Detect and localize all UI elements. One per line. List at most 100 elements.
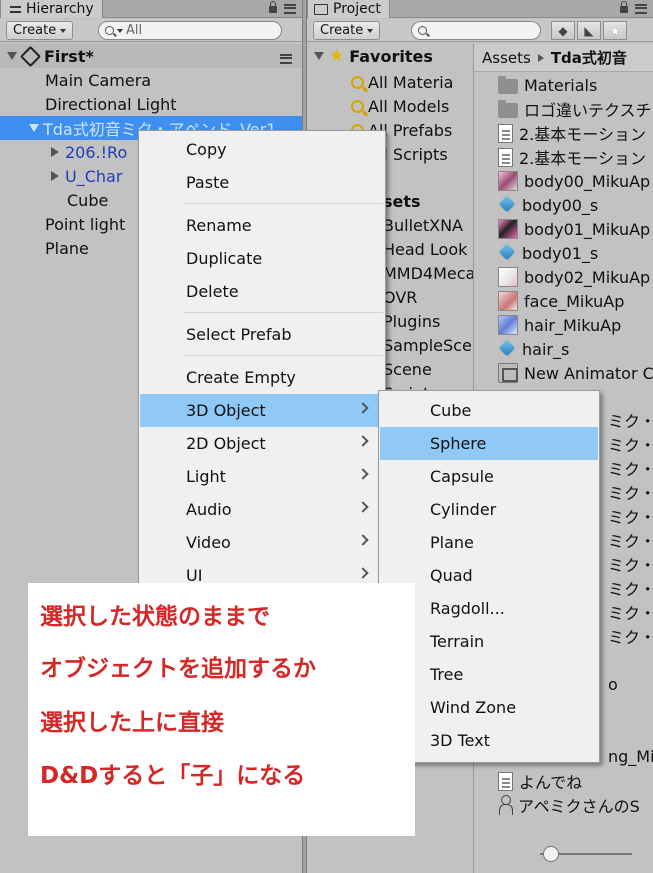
asset-item[interactable]: body02_MikuAp [498, 265, 650, 289]
folder-label: Scene [383, 359, 432, 379]
menu-item-copy[interactable]: Copy [140, 133, 384, 166]
menu-item-create-empty[interactable]: Create Empty [140, 361, 384, 394]
lock-icon[interactable] [619, 1, 629, 13]
asset-item-partial[interactable]: ミク・ [608, 408, 653, 432]
menu-item-light[interactable]: Light [140, 460, 384, 493]
favorites-item-label: All Materia [368, 72, 454, 92]
asset-item[interactable]: ロゴ違いテクスチ [498, 97, 652, 121]
expand-arrow-icon[interactable] [29, 124, 39, 132]
folder-item[interactable]: Plugins [383, 309, 440, 333]
asset-item[interactable]: Materials [498, 73, 597, 97]
search-by-type-button[interactable]: ◆ [551, 21, 575, 40]
breadcrumb-current[interactable]: Tda式初音 [551, 47, 627, 68]
folder-item[interactable]: OVR [383, 285, 417, 309]
asset-item[interactable]: face_MikuAp [498, 289, 624, 313]
hierarchy-item-main-camera[interactable]: Main Camera [0, 68, 302, 92]
menu-separator [183, 355, 383, 356]
project-create-button[interactable]: Create [313, 21, 381, 40]
submenu-item-capsule[interactable]: Capsule [380, 460, 598, 493]
hierarchy-create-button[interactable]: Create [6, 21, 74, 40]
menu-item-select-prefab[interactable]: Select Prefab [140, 318, 384, 351]
favorites-header[interactable]: ★ Favorites [307, 44, 471, 68]
hierarchy-tab[interactable]: Hierarchy [0, 0, 103, 18]
annotation-line: 選択した状態のままで [40, 604, 270, 630]
menu-item-label: 3D Text [430, 731, 490, 750]
favorites-item[interactable]: All Materia [351, 70, 453, 94]
folder-item[interactable]: Scene [383, 357, 432, 381]
panel-menu-icon[interactable] [284, 3, 296, 14]
asset-item-partial[interactable]: ミク・ [608, 456, 653, 480]
favorites-star-button[interactable]: ★ [603, 21, 627, 40]
folder-item[interactable]: MMD4Meca [383, 261, 475, 285]
asset-label: ミク・ [608, 580, 653, 599]
asset-item-partial[interactable]: ミク・ [608, 432, 653, 456]
asset-item[interactable]: body00_s [498, 193, 598, 217]
asset-item[interactable]: body01_s [498, 241, 598, 265]
asset-label: ミク・ [608, 556, 653, 575]
panel-menu-icon[interactable] [635, 3, 647, 14]
folder-item[interactable]: SampleSce [383, 333, 472, 357]
texture-icon [498, 267, 518, 287]
scene-row[interactable]: First* [0, 44, 302, 68]
asset-item[interactable]: New Animator C [498, 361, 653, 385]
submenu-chevron-icon [357, 402, 369, 414]
collapse-arrow-icon[interactable] [51, 171, 59, 181]
asset-item[interactable]: 2.基本モーション [498, 145, 646, 169]
asset-item[interactable]: よんでね [498, 769, 582, 793]
menu-item-video[interactable]: Video [140, 526, 384, 559]
menu-item-label: Select Prefab [186, 325, 292, 344]
search-icon [418, 26, 427, 35]
asset-label: アペミクさんのS [518, 797, 640, 816]
asset-item[interactable]: body01_MikuAp [498, 217, 650, 241]
scene-menu-icon[interactable] [280, 53, 292, 64]
asset-item[interactable]: hair_MikuAp [498, 313, 621, 337]
annotation-note: 選択した状態のままで オブジェクトを追加するか 選択した上に直接 D&Dすると「… [28, 583, 415, 836]
animator-icon [498, 363, 518, 383]
asset-item-partial[interactable]: o [608, 672, 618, 696]
asset-item[interactable]: アペミクさんのS [498, 793, 640, 817]
dropdown-arrow-icon [60, 28, 67, 33]
submenu-item-plane[interactable]: Plane [380, 526, 598, 559]
project-search-input[interactable] [411, 21, 541, 40]
expand-arrow-icon[interactable] [314, 52, 324, 60]
hierarchy-item-directional-light[interactable]: Directional Light [0, 92, 302, 116]
icon-size-slider-handle[interactable] [543, 846, 559, 862]
asset-item-partial[interactable]: ミク・ [608, 504, 653, 528]
submenu-item-cylinder[interactable]: Cylinder [380, 493, 598, 526]
folder-item[interactable]: BulletXNA [383, 213, 463, 237]
asset-label: 2.基本モーション [519, 149, 646, 168]
submenu-item-sphere[interactable]: Sphere [380, 427, 598, 460]
asset-item-partial[interactable]: ng_MikuAp [608, 744, 653, 768]
hierarchy-search-input[interactable]: All [98, 21, 282, 40]
annotation-line: 選択した上に直接 [40, 710, 224, 736]
menu-item-rename[interactable]: Rename [140, 209, 384, 242]
asset-item-partial[interactable]: ミク・ [608, 528, 653, 552]
menu-item-audio[interactable]: Audio [140, 493, 384, 526]
asset-item-partial[interactable]: ミク・ [608, 480, 653, 504]
asset-item-partial[interactable]: ミク・ [608, 552, 653, 576]
create-label: Create [13, 23, 57, 38]
project-tab[interactable]: Project [307, 0, 390, 18]
folder-item[interactable]: Head Look [383, 237, 467, 261]
menu-item-duplicate[interactable]: Duplicate [140, 242, 384, 275]
asset-item-partial[interactable]: ミク・ [608, 624, 653, 648]
lock-icon[interactable] [268, 1, 278, 13]
menu-item-paste[interactable]: Paste [140, 166, 384, 199]
asset-item[interactable]: hair_s [498, 337, 569, 361]
assets-folder-header[interactable]: sets [383, 189, 421, 213]
search-by-label-button[interactable]: ◣ [577, 21, 601, 40]
asset-item-partial[interactable]: ミク・ [608, 600, 653, 624]
breadcrumb-root[interactable]: Assets [482, 49, 531, 67]
favorites-item[interactable]: All Models [351, 94, 449, 118]
menu-item-3d-object[interactable]: 3D Object [140, 394, 384, 427]
search-value: All [126, 23, 143, 38]
menu-item-2d-object[interactable]: 2D Object [140, 427, 384, 460]
hierarchy-item-label: U_Char [65, 166, 123, 186]
submenu-item-cube[interactable]: Cube [380, 394, 598, 427]
asset-item[interactable]: 2.基本モーション [498, 121, 646, 145]
asset-item[interactable]: body00_MikuAp [498, 169, 650, 193]
menu-item-delete[interactable]: Delete [140, 275, 384, 308]
collapse-arrow-icon[interactable] [51, 147, 59, 157]
expand-arrow-icon[interactable] [7, 52, 17, 60]
asset-item-partial[interactable]: ミク・ [608, 576, 653, 600]
